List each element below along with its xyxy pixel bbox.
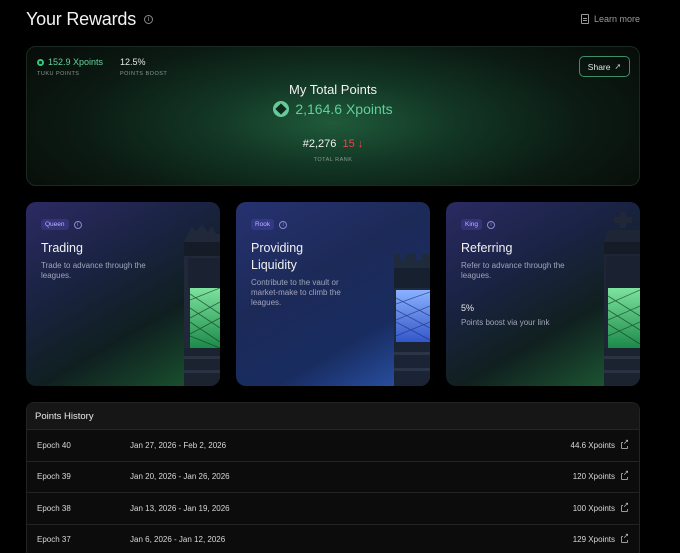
points-boost-label: POINTS BOOST: [120, 71, 168, 77]
card-description: Contribute to the vault or market-make t…: [251, 278, 341, 307]
total-points-panel: 152.9 Xpoints TUKU POINTS 12.5% POINTS B…: [26, 46, 640, 186]
points-history-title: Points History: [27, 403, 639, 430]
rook-piece-icon: [394, 254, 430, 386]
league-tag: King: [461, 219, 483, 230]
share-label: Share: [587, 61, 611, 72]
card-description: Refer to advance through the leagues.: [461, 261, 565, 280]
card-title: Trading: [41, 241, 83, 255]
league-badge: Rook i: [251, 219, 288, 230]
tuku-points-stat: 152.9 Xpoints TUKU POINTS: [37, 57, 103, 77]
date-range-cell: Jan 13, 2026 - Jan 19, 2026: [130, 503, 230, 513]
referral-boost-value: 5%: [461, 303, 475, 313]
rank-value: #2,276: [302, 138, 337, 150]
league-tag: Queen: [41, 219, 69, 230]
epoch-cell: Epoch 38: [37, 503, 71, 513]
xpoints-logo-icon: [273, 101, 290, 117]
xpoints-icon: [37, 58, 44, 66]
total-rank-label: TOTAL RANK: [313, 157, 353, 163]
learn-more-link[interactable]: Learn more: [580, 14, 640, 24]
league-badge: King i: [461, 219, 496, 230]
referring-card[interactable]: King i Referring Refer to advance throug…: [446, 202, 640, 386]
date-range-cell: Jan 20, 2026 - Jan 26, 2026: [130, 472, 230, 482]
learn-more-label: Learn more: [593, 14, 640, 24]
points-boost-value: 12.5%: [120, 57, 146, 67]
points-cell: 129 Xpoints: [572, 535, 615, 545]
league-tag: Rook: [251, 219, 275, 230]
total-points-row: 2,164.6 Xpoints: [27, 101, 639, 117]
tuku-points-label: TUKU POINTS: [37, 71, 80, 77]
table-row[interactable]: Epoch 40 Jan 27, 2026 - Feb 2, 2026 44.6…: [27, 430, 639, 462]
points-cell: 100 Xpoints: [572, 503, 615, 513]
send-icon: ➚: [614, 62, 622, 71]
card-description: Trade to advance through the leagues.: [41, 261, 146, 280]
total-points-title: My Total Points: [289, 82, 377, 97]
info-icon[interactable]: i: [144, 14, 153, 24]
share-button[interactable]: Share ➚: [579, 56, 630, 77]
info-icon[interactable]: i: [73, 220, 82, 229]
points-boost-stat: 12.5% POINTS BOOST: [120, 57, 167, 77]
epoch-cell: Epoch 37: [37, 535, 71, 545]
external-link-icon[interactable]: [621, 438, 629, 449]
referral-boost-label: Points boost via your link: [461, 318, 550, 327]
trading-card[interactable]: Queen i Trading Trade to advance through…: [26, 202, 220, 386]
points-cell: 120 Xpoints: [572, 472, 615, 482]
referral-boost: 5% Points boost via your link: [461, 303, 550, 327]
table-row[interactable]: Epoch 37 Jan 6, 2026 - Jan 12, 2026 129 …: [27, 525, 639, 553]
info-icon[interactable]: i: [279, 220, 288, 229]
table-row[interactable]: Epoch 38 Jan 13, 2026 - Jan 19, 2026 100…: [27, 493, 639, 525]
card-title: Providing Liquidity: [251, 241, 304, 272]
external-link-icon[interactable]: [621, 533, 629, 544]
king-piece-icon: [604, 212, 640, 386]
liquidity-card[interactable]: Rook i Providing Liquidity Contribute to…: [236, 202, 430, 386]
card-title: Referring: [461, 241, 513, 255]
external-link-icon[interactable]: [621, 501, 629, 512]
page-title: Your Rewards: [26, 8, 136, 29]
arrow-down-icon: ↓: [357, 138, 364, 150]
total-rank-row: #2,276 15 ↓: [27, 138, 639, 150]
rank-change: 15 ↓: [342, 138, 364, 150]
document-icon: [580, 14, 589, 24]
external-link-icon[interactable]: [621, 470, 629, 481]
info-icon[interactable]: i: [487, 220, 496, 229]
page-header: Your Rewards i Learn more: [26, 8, 640, 30]
points-cell: 44.6 Xpoints: [570, 440, 615, 450]
date-range-cell: Jan 6, 2026 - Jan 12, 2026: [130, 535, 226, 545]
epoch-cell: Epoch 39: [37, 472, 71, 482]
date-range-cell: Jan 27, 2026 - Feb 2, 2026: [130, 440, 227, 450]
queen-piece-icon: [184, 224, 220, 386]
total-points-value: 2,164.6 Xpoints: [295, 101, 393, 117]
table-row[interactable]: Epoch 39 Jan 20, 2026 - Jan 26, 2026 120…: [27, 462, 639, 493]
tuku-points-value: 152.9 Xpoints: [48, 57, 104, 67]
league-badge: Queen i: [41, 219, 82, 230]
points-history-table: Points History Epoch 40 Jan 27, 2026 - F…: [26, 402, 640, 553]
epoch-cell: Epoch 40: [37, 440, 71, 450]
